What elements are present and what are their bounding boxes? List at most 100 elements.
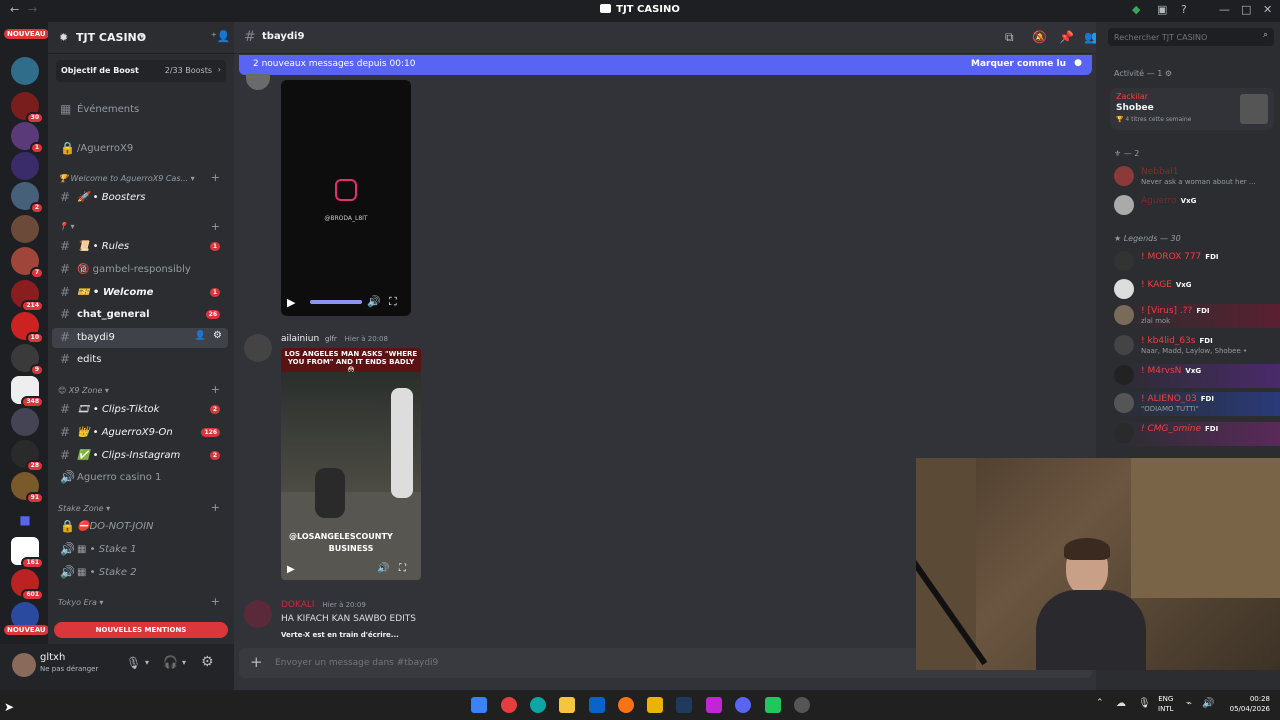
add-channel-icon[interactable]: + [211,171,220,184]
guild-icon[interactable] [11,215,39,243]
maximize-icon[interactable]: □ [1241,3,1251,16]
category-stake[interactable]: Stake Zone ▾ [58,504,110,513]
volume-icon[interactable]: 🔊 [367,295,381,308]
chrome-icon[interactable] [501,697,517,713]
channel-clips-instagram[interactable]: # ✅ • Clips-Instagram 2 [52,446,228,466]
voice-stake2[interactable]: 🔊 ▦ • Stake 2 [52,563,228,583]
app-icon[interactable] [765,697,781,713]
channel-clips-tiktok[interactable]: # 🎞 • Clips-Tiktok 2 [52,400,228,420]
avatar[interactable] [12,653,36,677]
nitro-icon[interactable]: ◆ [1132,3,1140,16]
guild-icon[interactable] [11,152,39,180]
events-item[interactable]: ▦ Événements [52,100,228,120]
channel-boosters[interactable]: # 🚀 • Boosters [52,188,228,208]
threads-icon[interactable]: ⧉ [1005,30,1014,45]
channel-do-not-join[interactable]: 🔒 ⛔DO-NOT-JOIN [52,517,228,537]
voice-casino1[interactable]: 🔊 Aguerro casino 1 [52,468,228,488]
pin-icon[interactable]: 📌 [1059,30,1074,44]
guild-icon[interactable]: 30 [11,92,44,124]
guild-icon[interactable]: 28 [11,440,44,472]
gear-icon[interactable]: ⚙ [213,330,222,341]
mark-read-button[interactable]: Marquer comme lu [971,59,1066,69]
headphones-icon[interactable]: 🎧 [163,655,178,669]
firefox-icon[interactable] [618,697,634,713]
tray-icon[interactable]: ☁ [1116,698,1126,709]
guild-icon[interactable]: 9 [11,344,44,376]
member-item[interactable]: ! MOROX 777 FDI [1114,250,1280,274]
minimize-icon[interactable]: — [1219,3,1230,16]
steam-icon[interactable] [676,697,692,713]
guild-icon[interactable]: 2 [11,182,44,214]
channel-gambel[interactable]: # 🔞 gambel-responsibly [52,260,228,280]
member-item[interactable]: ! CMG_omine FDI [1114,422,1280,446]
start-icon[interactable] [471,697,487,713]
channel-tbaydi9[interactable]: # tbaydi9 👤 ⚙ [52,328,228,348]
mic-tray-icon[interactable]: 🎙 [1138,698,1151,709]
avatar[interactable] [244,600,272,628]
channel-chat-general[interactable]: # chat_general 26 [52,305,228,325]
wifi-icon[interactable]: ⌁ [1186,698,1192,709]
video-embed[interactable]: @BRODA_L8IT ▶ 🔊 ⛶ [281,80,411,316]
mute-bell-icon[interactable]: 🔕 [1032,30,1047,44]
add-channel-icon[interactable]: + [211,501,220,514]
discord-icon[interactable] [735,697,751,713]
category-tokyo[interactable]: Tokyo Era ▾ [58,598,103,607]
clock[interactable]: 00:28 05/04/2026 [1226,694,1270,714]
boost-goal[interactable]: Objectif de Boost 2/33 Boosts › [56,60,226,82]
guild-icon[interactable]: 348 [11,376,44,408]
invite-icon[interactable]: ⁺👤 [211,30,231,43]
language-indicator[interactable]: ENG INTL [1158,694,1173,714]
member-item[interactable]: ! KAGE VxG [1114,278,1280,302]
edge-icon[interactable] [530,697,546,713]
guild-icon[interactable]: 91 [11,472,44,504]
video-embed[interactable]: LOS ANGELES MAN ASKS "WHERE YOU FROM" AN… [281,348,421,580]
member-item[interactable]: ! ALIENO_03 FDI "ODIAMO TUTTI" [1114,392,1280,416]
file-explorer-icon[interactable] [559,697,575,713]
voice-stake1[interactable]: 🔊 ▦ • Stake 1 [52,540,228,560]
activity-card[interactable]: Zackilar Shobee 🏆 4 titres cette semaine [1110,88,1274,130]
inbox-icon[interactable]: ▣ [1157,3,1167,16]
guild-icon[interactable]: 601 [11,569,44,601]
member-item[interactable]: ! kb4lid_63s FDI Naar, Madd, Laylow, Shobe… [1114,334,1280,358]
search-box[interactable]: ⌕ [1108,28,1274,46]
add-channel-icon[interactable]: + [211,383,220,396]
member-item[interactable]: ! M4rvsN VxG [1114,364,1280,388]
new-mentions-pill[interactable]: NOUVELLES MENTIONS [54,622,228,638]
fullscreen-icon[interactable]: ⛶ [399,563,406,574]
fullscreen-icon[interactable]: ⛶ [389,295,397,309]
volume-slider[interactable] [310,300,362,304]
guild-icon[interactable] [11,57,39,85]
channel-aguerrox9[interactable]: 🔒/AguerroX9 [52,139,228,159]
server-header[interactable]: ✹ TJT CASINO ▾ ⁺👤 [48,22,234,54]
settings-gear-icon[interactable]: ⚙ [201,654,214,670]
app-icon[interactable] [794,697,810,713]
category-pin[interactable]: 📍 ▾ [58,222,75,231]
help-icon[interactable]: ? [1181,3,1187,16]
app-icon[interactable] [706,697,722,713]
member-item[interactable]: ! [Virus] .?? FDI zlal mok [1114,304,1280,328]
volume-icon[interactable]: 🔊 [377,563,389,574]
volume-tray-icon[interactable]: 🔊 [1202,698,1214,709]
microphone-icon[interactable]: 🎙 [126,656,141,670]
member-item[interactable]: Aguerro VxG [1114,194,1280,218]
guild-icon[interactable]: 7 [11,247,44,279]
play-icon[interactable]: ▶ [287,564,295,575]
guild-icon[interactable] [11,408,39,436]
search-input[interactable] [1114,30,1254,44]
add-attachment-icon[interactable]: + [250,653,263,671]
channel-aguerro-on[interactable]: # 👑 • AguerroX9-On 126 [52,423,228,443]
guild-icon[interactable]: 1 [11,122,44,154]
close-icon[interactable]: ✕ [1263,3,1272,16]
add-member-icon[interactable]: 👤 [195,331,206,341]
avatar[interactable] [246,74,270,90]
channel-rules[interactable]: # 📜 • Rules 1 [52,237,228,257]
play-icon[interactable]: ▶ [287,296,295,309]
chevron-down-icon[interactable]: ▾ [145,658,149,667]
avatar[interactable] [244,334,272,362]
chevron-up-icon[interactable]: ⌃ [1096,698,1104,708]
channel-edits[interactable]: # edits [52,350,228,370]
guild-icon[interactable]: 10 [11,312,44,344]
member-item[interactable]: Nebbal1 Never ask a woman about her ... [1114,165,1280,189]
outlook-icon[interactable] [589,697,605,713]
app-icon[interactable] [647,697,663,713]
